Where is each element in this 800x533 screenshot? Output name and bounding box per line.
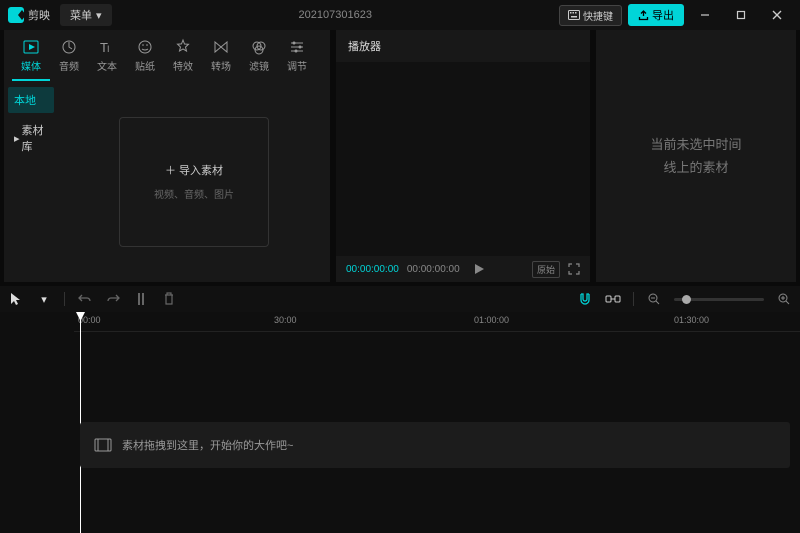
fullscreen-button[interactable] — [568, 263, 580, 275]
fullscreen-icon — [568, 263, 580, 275]
audio-icon — [60, 38, 78, 56]
tab-label: 特效 — [173, 58, 193, 73]
zoom-in-icon — [778, 293, 790, 305]
filter-icon — [250, 38, 268, 56]
tab-label: 转场 — [211, 58, 231, 73]
svg-text:I: I — [107, 44, 110, 54]
ruler-mark: 01:00:00 — [474, 315, 509, 325]
drop-hint: 素材拖拽到这里，开始你的大作吧~ — [80, 422, 790, 468]
tab-label: 媒体 — [21, 58, 41, 73]
tab-filter[interactable]: 滤镜 — [240, 34, 278, 81]
caret-right-icon: ▸ — [14, 132, 20, 145]
chevron-down-icon: ▾ — [96, 9, 102, 22]
minimize-button[interactable] — [690, 3, 720, 27]
timecode-total: 00:00:00:00 — [407, 264, 460, 275]
timeline[interactable]: 00:0030:0001:00:0001:30:00 素材拖拽到这里，开始你的大… — [0, 312, 800, 533]
project-title: 202107301623 — [112, 9, 559, 21]
shortcut-button[interactable]: 快捷键 — [559, 5, 622, 26]
app-name: 剪映 — [28, 7, 50, 23]
title-bar: 剪映 菜单 ▾ 202107301623 快捷键 导出 — [0, 0, 800, 30]
media-panel: 媒体 音频 TI 文本 贴纸 特效 转场 滤镜 调节 本地 ▸素材库 ＋ 导入素材 视频、音频、图… — [4, 30, 330, 282]
adjust-icon — [288, 38, 306, 56]
side-tab-本地[interactable]: 本地 — [8, 87, 54, 113]
tab-sticker[interactable]: 贴纸 — [126, 34, 164, 81]
magnet-icon — [578, 292, 592, 306]
close-button[interactable] — [762, 3, 792, 27]
tab-text[interactable]: TI 文本 — [88, 34, 126, 81]
player-canvas[interactable] — [336, 62, 590, 256]
media-icon — [22, 38, 40, 56]
tab-label: 调节 — [287, 58, 307, 73]
zoom-out-icon — [648, 293, 660, 305]
tab-label: 音频 — [59, 58, 79, 73]
timeline-ruler[interactable]: 00:0030:0001:00:0001:30:00 — [74, 312, 800, 332]
zoom-out-button[interactable] — [646, 291, 662, 307]
play-icon — [474, 264, 484, 274]
player-header: 播放器 — [336, 30, 590, 62]
ruler-mark: 01:30:00 — [674, 315, 709, 325]
redo-button[interactable] — [105, 291, 121, 307]
track-area[interactable]: 素材拖拽到这里，开始你的大作吧~ — [0, 332, 800, 532]
magnet-tool[interactable] — [577, 291, 593, 307]
properties-panel: 当前未选中时间 线上的素材 — [596, 30, 796, 282]
keyboard-icon — [568, 10, 580, 20]
divider — [64, 292, 65, 306]
split-icon — [135, 292, 147, 306]
player-controls: 00:00:00:00 00:00:00:00 原始 — [336, 256, 590, 282]
zoom-slider[interactable] — [674, 298, 764, 301]
split-tool[interactable] — [133, 291, 149, 307]
logo-icon — [8, 7, 24, 23]
text-icon: TI — [98, 38, 116, 56]
zoom-thumb[interactable] — [682, 295, 691, 304]
ruler-mark: 30:00 — [274, 315, 297, 325]
import-subtitle: 视频、音频、图片 — [154, 186, 234, 201]
zoom-in-button[interactable] — [776, 291, 792, 307]
import-area: ＋ 导入素材 视频、音频、图片 — [58, 81, 330, 282]
import-title: ＋ 导入素材 — [165, 162, 223, 178]
tab-media[interactable]: 媒体 — [12, 34, 50, 81]
divider — [633, 292, 634, 306]
import-box[interactable]: ＋ 导入素材 视频、音频、图片 — [119, 117, 269, 247]
app-logo: 剪映 — [8, 7, 50, 23]
transition-icon — [212, 38, 230, 56]
tab-label: 文本 — [97, 58, 117, 73]
tab-transition[interactable]: 转场 — [202, 34, 240, 81]
main-area: 媒体 音频 TI 文本 贴纸 特效 转场 滤镜 调节 本地 ▸素材库 ＋ 导入素材 视频、音频、图… — [0, 30, 800, 282]
props-empty-text: 当前未选中时间 线上的素材 — [650, 133, 741, 180]
export-button[interactable]: 导出 — [628, 4, 684, 26]
plus-icon: ＋ — [165, 165, 176, 177]
clip-icon — [94, 438, 112, 452]
tab-audio[interactable]: 音频 — [50, 34, 88, 81]
redo-icon — [106, 293, 120, 305]
player-panel: 播放器 00:00:00:00 00:00:00:00 原始 — [336, 30, 590, 282]
top-tabs: 媒体 音频 TI 文本 贴纸 特效 转场 滤镜 调节 — [4, 30, 330, 81]
tab-label: 滤镜 — [249, 58, 269, 73]
tab-label: 贴纸 — [135, 58, 155, 73]
undo-icon — [78, 293, 92, 305]
tab-effect[interactable]: 特效 — [164, 34, 202, 81]
undo-button[interactable] — [77, 291, 93, 307]
timeline-toolbar: ▾ — [0, 286, 800, 312]
play-button[interactable] — [474, 264, 484, 274]
cursor-icon — [10, 292, 22, 306]
sticker-icon — [136, 38, 154, 56]
ratio-button[interactable]: 原始 — [532, 261, 560, 278]
timecode-current: 00:00:00:00 — [346, 264, 399, 275]
pointer-dropdown[interactable]: ▾ — [36, 291, 52, 307]
media-body: 本地 ▸素材库 ＋ 导入素材 视频、音频、图片 — [4, 81, 330, 282]
linkage-tool[interactable] — [605, 291, 621, 307]
maximize-button[interactable] — [726, 3, 756, 27]
delete-tool[interactable] — [161, 291, 177, 307]
effect-icon — [174, 38, 192, 56]
pointer-tool[interactable] — [8, 291, 24, 307]
title-right: 快捷键 导出 — [559, 3, 792, 27]
side-tabs: 本地 ▸素材库 — [4, 81, 58, 282]
linkage-icon — [605, 293, 621, 305]
menu-button[interactable]: 菜单 ▾ — [60, 4, 112, 26]
tab-adjust[interactable]: 调节 — [278, 34, 316, 81]
trash-icon — [163, 292, 175, 306]
export-icon — [638, 10, 649, 21]
side-tab-素材库[interactable]: ▸素材库 — [8, 117, 54, 159]
